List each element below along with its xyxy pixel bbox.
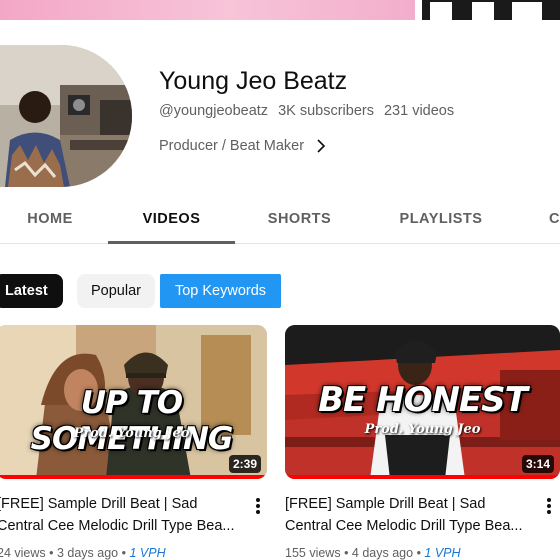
tab-shorts[interactable]: SHORTS	[248, 196, 351, 244]
video-title-line-1[interactable]: [FREE] Sample Drill Beat | Sad	[0, 493, 242, 515]
channel-meta: @youngjeobeatz 3K subscribers 231 videos	[159, 102, 454, 120]
thumbnail-title: BE HONEST	[318, 380, 528, 420]
watch-progress-bar	[0, 475, 267, 479]
video-thumbnail[interactable]: BE HONEST Prod. Young Jeo 3:14	[285, 325, 560, 479]
thumbnail-title: UP TO SOMETHING	[30, 385, 234, 457]
banner-art-dark	[422, 0, 560, 20]
tab-community[interactable]: C	[549, 196, 560, 244]
video-duration: 3:14	[521, 455, 554, 473]
video-duration: 2:39	[228, 455, 261, 473]
thumbnail-subtitle: Prod. Young Jeo	[73, 426, 190, 441]
video-meta: 24 views • 3 days ago • 1 VPH	[0, 545, 166, 560]
upload-age: 3 days ago	[56, 546, 119, 560]
banner-art-pink	[0, 0, 415, 20]
tab-home[interactable]: HOME	[0, 196, 100, 244]
channel-name: Young Jeo Beatz	[159, 67, 348, 95]
channel-banner	[0, 0, 560, 20]
video-thumbnail[interactable]: UP TO SOMETHING Prod. Young Jeo 2:39	[0, 325, 267, 479]
thumbnail-subtitle: Prod. Young Jeo	[364, 422, 481, 437]
view-count: 24 views	[0, 546, 46, 560]
video-meta: 155 views • 4 days ago • 1 VPH	[285, 546, 461, 560]
more-vert-icon[interactable]	[254, 496, 262, 516]
chevron-right-icon	[317, 139, 326, 153]
top-keywords-button[interactable]: Top Keywords	[160, 274, 281, 308]
tab-playlists[interactable]: PLAYLISTS	[385, 196, 497, 244]
channel-tabs: HOME VIDEOS SHORTS PLAYLISTS C	[0, 196, 560, 244]
active-tab-indicator	[108, 241, 235, 244]
vph-badge: 1 VPH	[129, 546, 166, 560]
video-card[interactable]: UP TO SOMETHING Prod. Young Jeo 2:39	[0, 325, 267, 479]
video-title-line-2[interactable]: Central Cee Melodic Drill Type Bea...	[285, 515, 537, 537]
watch-progress-bar	[285, 475, 560, 479]
upload-age: 4 days ago	[351, 546, 414, 560]
chip-popular[interactable]: Popular	[77, 274, 155, 308]
more-vert-icon[interactable]	[545, 496, 553, 516]
vph-badge: 1 VPH	[424, 546, 461, 560]
view-count: 155 views	[285, 546, 341, 560]
tab-videos[interactable]: VIDEOS	[108, 196, 235, 244]
channel-description[interactable]: Producer / Beat Maker	[159, 136, 328, 156]
video-card[interactable]: BE HONEST Prod. Young Jeo 3:14	[285, 325, 560, 479]
channel-avatar[interactable]	[0, 45, 132, 187]
video-title-line-2[interactable]: Central Cee Melodic Drill Type Bea...	[0, 515, 242, 537]
video-count: 231 videos	[383, 103, 455, 119]
subscriber-count: 3K subscribers	[278, 103, 374, 119]
description-text: Producer / Beat Maker	[159, 138, 305, 154]
video-title-line-1[interactable]: [FREE] Sample Drill Beat | Sad	[285, 493, 537, 515]
channel-handle: @youngjeobeatz	[159, 103, 269, 119]
chip-latest[interactable]: Latest	[0, 274, 63, 308]
